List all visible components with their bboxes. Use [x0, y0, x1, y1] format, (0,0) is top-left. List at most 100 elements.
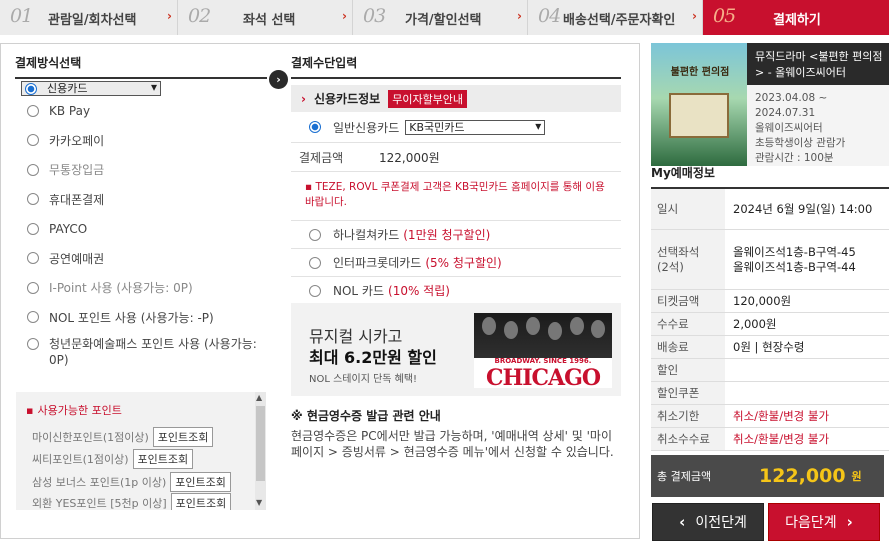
radio-icon[interactable] [27, 252, 39, 265]
card-benefit: (5% 청구할인) [425, 256, 502, 270]
step-number: 03 [363, 5, 386, 27]
radio-icon[interactable] [27, 338, 39, 350]
step-number: 05 [713, 5, 736, 27]
radio-icon[interactable] [27, 134, 39, 147]
step-2[interactable]: 02 좌석 선택 › [178, 0, 353, 35]
amount-value: 122,000원 [379, 150, 440, 165]
row-value: 올웨이즈석1층-B구역-45 올웨이즈석1층-B구역-44 [733, 244, 856, 274]
installment-badge-button[interactable]: 무이자할부안내 [388, 89, 468, 108]
method-credit-card[interactable]: 신용카드 [21, 81, 161, 96]
banner-image-tag: BROADWAY. SINCE 1996. [494, 357, 592, 365]
banner-line3: NOL 스테이지 단독 혜택! [309, 374, 418, 385]
chicago-promo-banner[interactable]: 뮤지컬 시카고 최대 6.2만원 할인 NOL 스테이지 단독 혜택! BROA… [291, 303, 621, 396]
step-label: 배송선택/주문자확인 [563, 13, 676, 28]
card-info-title: 신용카드정보 [301, 90, 380, 107]
banner-image-title: CHICAGO [485, 365, 601, 391]
chevron-right-icon: › [846, 513, 853, 531]
radio-icon[interactable] [27, 222, 39, 235]
card-select[interactable]: KB국민카드 [405, 119, 546, 135]
card-option-nol[interactable]: NOL 카드 (10% 적립) [291, 277, 621, 305]
section-title: 결제방식선택 [15, 54, 267, 79]
method-phone[interactable]: 휴대폰결제 [15, 185, 267, 215]
step-5[interactable]: 05 결제하기 [703, 0, 889, 35]
scroll-down-icon[interactable]: ▼ [256, 498, 262, 507]
method-voucher[interactable]: 공연예매권 [15, 244, 267, 274]
point-check-button[interactable]: 포인트조회 [132, 449, 194, 469]
figure-image [570, 317, 584, 335]
show-venue: 올웨이즈씨어터 [755, 122, 823, 134]
method-bank-transfer[interactable]: 무통장입금 [15, 155, 267, 185]
point-check-button[interactable]: 포인트조회 [170, 472, 231, 492]
show-summary: 불편한 편의점 뮤직드라마 <불편한 편의점> - 올웨이즈씨어터 2023.0… [651, 43, 889, 166]
row-key: 수수료 [651, 313, 725, 335]
kb-notice: ▪ TEZE, ROVL 쿠폰결제 고객은 KB국민카드 홈페이지를 통해 이용… [291, 172, 621, 221]
payment-method-section: 결제방식선택 신용카드 KB Pay 카카오페이 무통장입금 휴대폰결제 PAY… [15, 54, 267, 372]
card-benefit: (1만원 청구할인) [403, 228, 491, 242]
step-bar: 01 관람일/회차선택 › 02 좌석 선택 › 03 가격/할인선택 › 04 배송선택/주… [0, 0, 889, 35]
my-booking-info: My예매정보 일시 2024년 6월 9일(일) 14:00 선택좌석 (2석) 올… [651, 159, 889, 451]
radio-checked-icon[interactable] [309, 121, 321, 133]
method-youth-pass[interactable]: 청년문화예술패스 포인트 사용 (사용가능: 0P) [15, 332, 267, 372]
step-4[interactable]: 04 배송선택/주문자확인 › [528, 0, 703, 35]
row-key: 취소수수료 [651, 428, 725, 450]
card-option-lotte[interactable]: 인터파크롯데카드 (5% 청구할인) [291, 249, 621, 277]
card-name: 하나컬쳐카드 [333, 228, 400, 242]
points-title: 사용가능한 포인트 [26, 402, 121, 418]
method-label: KB Pay [49, 103, 91, 118]
figure-image [591, 320, 605, 338]
point-row: 마이신한포인트(1점이상) 포인트조회 [32, 427, 214, 447]
figure-image [482, 317, 496, 335]
step-3[interactable]: 03 가격/할인선택 › [353, 0, 528, 35]
method-nol-point[interactable]: NOL 포인트 사용 (사용가능: -P) [15, 303, 267, 333]
method-kb-pay[interactable]: KB Pay [15, 96, 267, 126]
radio-icon[interactable] [27, 163, 39, 176]
method-kakaopay[interactable]: 카카오페이 [15, 126, 267, 156]
point-label: 마이신한포인트(1점이상) [32, 431, 149, 444]
card-name: NOL 카드 [333, 284, 385, 298]
chevron-left-icon: ‹ [679, 513, 686, 531]
my-booking-title: My예매정보 [651, 159, 889, 189]
banner-line2: 최대 6.2만원 할인 [309, 348, 437, 367]
next-label: 다음단계 [785, 515, 837, 531]
row-key: 선택좌석 (2석) [651, 230, 725, 289]
general-card-row[interactable]: 일반신용카드 KB국민카드 [291, 112, 621, 142]
row-key: 취소기한 [651, 405, 725, 427]
radio-icon[interactable] [309, 284, 321, 297]
radio-checked-icon[interactable] [25, 82, 37, 95]
cash-receipt-body: 현금영수증은 PC에서만 발급 가능하며, '예매내역 상세' 및 '마이페이지… [291, 429, 614, 459]
step-1[interactable]: 01 관람일/회차선택 › [0, 0, 178, 35]
chevron-right-icon: › [167, 9, 172, 23]
chevron-right-icon: › [692, 9, 697, 23]
radio-icon[interactable] [309, 256, 321, 269]
point-check-button[interactable]: 포인트조회 [152, 427, 214, 447]
prev-step-button[interactable]: ‹ 이전단계 [652, 503, 764, 541]
chevron-right-icon: › [342, 9, 347, 23]
booking-row-discount: 할인 [651, 359, 889, 382]
method-label: 카카오페이 [49, 133, 105, 148]
points-scrollbar[interactable]: ▲ ▼ [255, 392, 266, 510]
method-i-point[interactable]: I-Point 사용 (사용가능: 0P) [15, 273, 267, 303]
row-value: 2,000원 [733, 316, 777, 331]
step-number: 01 [10, 5, 33, 27]
radio-icon[interactable] [27, 193, 39, 206]
show-title: 뮤직드라마 <불편한 편의점> - 올웨이즈씨어터 [755, 50, 883, 79]
radio-icon[interactable] [27, 311, 39, 324]
point-label: 씨티포인트(1점이상) [32, 453, 129, 466]
chevron-right-icon: › [517, 9, 522, 23]
radio-icon[interactable] [309, 228, 321, 241]
point-check-button[interactable]: 포인트조회 [170, 493, 232, 510]
radio-icon[interactable] [27, 104, 39, 117]
scroll-thumb[interactable] [256, 406, 265, 481]
method-payco[interactable]: PAYCO [15, 214, 267, 244]
card-option-hana[interactable]: 하나컬쳐카드 (1만원 청구할인) [291, 221, 621, 249]
row-value: 120,000원 [733, 293, 792, 308]
radio-icon[interactable] [27, 281, 39, 294]
booking-row-coupon: 할인쿠폰 [651, 382, 889, 405]
next-step-button[interactable]: 다음단계 › [768, 503, 880, 541]
arrow-right-icon: › [269, 70, 288, 89]
step-number: 02 [188, 5, 211, 27]
chicago-poster-image: BROADWAY. SINCE 1996. CHICAGO [474, 313, 612, 391]
booking-row-cancel-deadline: 취소기한 취소/환불/변경 불가 [651, 405, 889, 428]
scroll-up-icon[interactable]: ▲ [256, 393, 262, 402]
method-label: 청년문화예술패스 포인트 사용 (사용가능: 0P) [49, 337, 257, 367]
